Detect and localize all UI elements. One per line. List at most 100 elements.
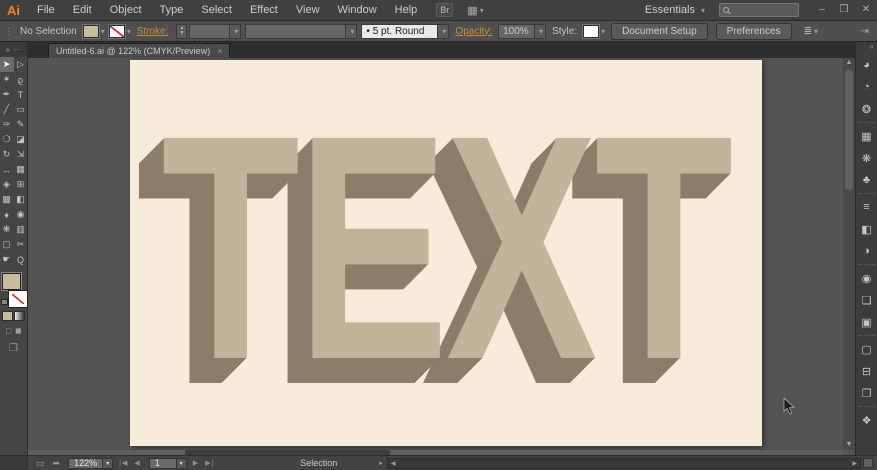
dock-header[interactable]: « (856, 42, 877, 54)
magic-wand-tool-icon[interactable]: ✶ (0, 72, 14, 87)
mesh-tool-icon[interactable]: ▩ (0, 192, 14, 207)
column-graph-tool-icon[interactable]: ▥ (14, 222, 28, 237)
color-mode-button[interactable] (2, 311, 13, 321)
workspace-caret-icon[interactable]: ▾ (701, 6, 705, 15)
line-segment-tool-icon[interactable]: ╱ (0, 102, 14, 117)
lasso-tool-icon[interactable]: ϱ (14, 72, 28, 87)
fill-color-control[interactable]: ▾ (82, 24, 105, 38)
bridge-button[interactable]: Br (436, 3, 454, 17)
style-swatch[interactable] (583, 24, 600, 38)
menu-select[interactable]: Select (192, 4, 241, 16)
document-setup-button[interactable]: Document Setup (611, 22, 708, 40)
caret-icon[interactable]: ▾ (539, 27, 543, 36)
draw-normal-icon[interactable]: ◻ (5, 326, 12, 335)
gradient-mode-button[interactable] (14, 311, 25, 321)
scale-tool-icon[interactable]: ⇲ (14, 147, 28, 162)
direct-selection-tool-icon[interactable]: ▷ (14, 57, 28, 72)
menu-effect[interactable]: Effect (241, 4, 287, 16)
pathfinder-panel-icon[interactable]: ▣ (857, 311, 877, 333)
previous-artboard-icon[interactable]: ◀ (134, 459, 140, 467)
align-panel-icon[interactable]: ⊟ (857, 360, 877, 382)
brush-caret-icon[interactable]: ▾ (437, 24, 449, 38)
type-tool-icon[interactable]: T (14, 87, 28, 102)
variable-width-profile-combo[interactable]: ▾ (245, 23, 358, 39)
artboards-panel-icon[interactable]: ❐ (857, 382, 877, 404)
stroke-weight-stepper[interactable]: ▲ ▼ (176, 23, 188, 39)
menu-view[interactable]: View (287, 4, 329, 16)
zoom-caret-icon[interactable]: ▾ (102, 458, 113, 468)
scroll-left-icon[interactable]: ◀ (388, 460, 399, 467)
artboard[interactable]: TEXT (130, 60, 762, 446)
next-artboard-icon[interactable]: ▶ (193, 459, 199, 467)
search-input[interactable] (732, 5, 792, 15)
draw-behind-icon[interactable]: ◼ (15, 326, 22, 335)
menu-type[interactable]: Type (151, 4, 193, 16)
tab-close-icon[interactable]: × (217, 46, 222, 56)
color-panel-icon[interactable]: ◕ (857, 54, 877, 76)
status-flyout-icon[interactable]: ▸ (379, 459, 383, 467)
stroke-panel-icon[interactable]: ≡ (857, 196, 877, 218)
document-tab[interactable]: Untitled-6.ai @ 122% (CMYK/Preview) × (48, 43, 231, 58)
preferences-button[interactable]: Preferences (715, 22, 792, 40)
caret-icon[interactable]: ▾ (442, 27, 446, 36)
eraser-tool-icon[interactable]: ◪ (14, 132, 28, 147)
artboard-number-combo[interactable]: 1 ▾ (148, 457, 187, 469)
screen-mode-icon[interactable]: ❐ (9, 343, 18, 354)
swatches-panel-icon[interactable]: ▦ (857, 125, 877, 147)
stroke-caret-icon[interactable]: ▾ (127, 27, 131, 36)
horizontal-scroll-thumb[interactable] (185, 450, 390, 455)
share-icon[interactable]: ➦ (53, 458, 61, 469)
pen-tool-icon[interactable]: ✒ (0, 87, 14, 102)
width-tool-icon[interactable]: ↔ (0, 162, 14, 177)
toolbar-stroke-swatch[interactable] (8, 291, 27, 307)
gradient-panel-icon[interactable]: ◧ (857, 218, 877, 240)
slice-tool-icon[interactable]: ✂ (14, 237, 28, 252)
pencil-tool-icon[interactable]: ✎ (14, 117, 28, 132)
toolbar-fill-swatch[interactable] (1, 273, 21, 290)
stepper-down-icon[interactable]: ▼ (179, 31, 184, 36)
style-caret-icon[interactable]: ▾ (601, 27, 605, 36)
blend-tool-icon[interactable]: ◉ (14, 207, 28, 222)
shape-builder-tool-icon[interactable]: ◈ (0, 177, 14, 192)
menu-help[interactable]: Help (386, 4, 427, 16)
rotate-tool-icon[interactable]: ↻ (0, 147, 14, 162)
opacity-panel-link[interactable]: Opacity: (455, 26, 492, 37)
rectangle-tool-icon[interactable]: ▭ (14, 102, 28, 117)
scroll-down-icon[interactable]: ▼ (846, 440, 853, 450)
stroke-color-swatch[interactable] (108, 24, 125, 38)
gradient-tool-icon[interactable]: ◧ (14, 192, 28, 207)
style-control[interactable]: ▾ (583, 24, 605, 38)
scroll-right-icon[interactable]: ▶ (849, 460, 860, 467)
brush-definition-combo[interactable]: • 5 pt. Round ▾ (361, 23, 450, 39)
symbols-panel-icon[interactable]: ❋ (857, 147, 877, 169)
horizontal-scrollbar[interactable] (28, 450, 843, 455)
menu-object[interactable]: Object (101, 4, 151, 16)
hand-tool-icon[interactable]: ☛ (0, 252, 14, 267)
last-artboard-icon[interactable]: ▶| (205, 459, 214, 467)
first-artboard-icon[interactable]: |◀ (119, 459, 128, 467)
caret-icon[interactable]: ▾ (234, 27, 238, 36)
graphic-styles-panel-icon[interactable]: ❏ (857, 289, 877, 311)
restore-button[interactable]: ❐ (833, 0, 855, 20)
artwork-text[interactable]: TEXT (161, 63, 733, 431)
appearance-panel-icon[interactable]: ◉ (857, 267, 877, 289)
symbol-sprayer-tool-icon[interactable]: ❋ (0, 222, 14, 237)
close-button[interactable]: ✕ (855, 0, 877, 20)
vertical-scroll-thumb[interactable] (845, 70, 853, 190)
zoom-level-combo[interactable]: 122% ▾ (68, 457, 114, 469)
opacity-caret-icon[interactable]: ▾ (534, 24, 546, 38)
scroll-up-icon[interactable]: ▲ (846, 58, 853, 68)
vertical-scrollbar[interactable]: ▲ ▼ (843, 58, 855, 450)
eyedropper-tool-icon[interactable]: ♦ (0, 207, 14, 222)
color-guide-panel-icon[interactable]: ◔ (857, 76, 877, 98)
kuler-panel-icon[interactable]: ❂ (857, 98, 877, 120)
artboard-caret-icon[interactable]: ▾ (175, 458, 186, 468)
free-transform-tool-icon[interactable]: ▦ (14, 162, 28, 177)
fill-color-swatch[interactable] (82, 24, 99, 38)
artboard-tool-icon[interactable]: ▢ (0, 237, 14, 252)
workspace-switcher[interactable]: Essentials (645, 4, 695, 16)
selection-tool-icon[interactable]: ➤ (0, 57, 14, 72)
stroke-weight-combo[interactable]: ▾ (189, 23, 242, 39)
align-caret-icon[interactable]: ▾ (814, 27, 818, 36)
collapse-control-bar-icon[interactable]: ⇥ (861, 26, 877, 37)
